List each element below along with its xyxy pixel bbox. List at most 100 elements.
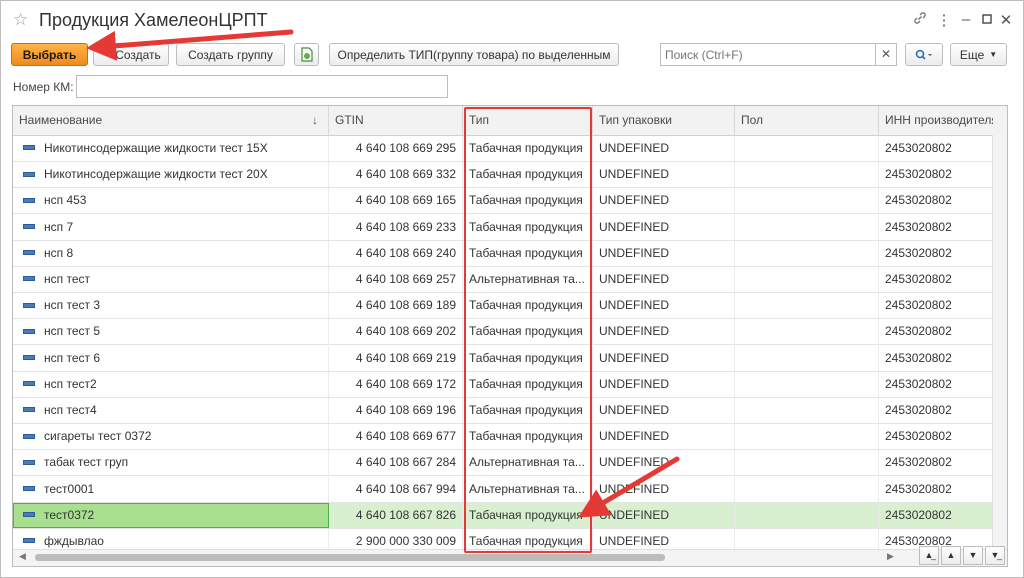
cell-type-text: Табачная продукция bbox=[469, 350, 583, 365]
cell-inn-text: 2453020802 bbox=[885, 272, 952, 286]
cell-name-text: тест0001 bbox=[44, 481, 95, 496]
cell-gender bbox=[735, 345, 879, 371]
cell-type-text: Табачная продукция bbox=[469, 429, 583, 444]
cell-name-text: нсп тест4 bbox=[44, 403, 97, 417]
cell-package-type: UNDEFINED bbox=[593, 502, 735, 528]
table-row[interactable]: сигареты тест 0372 4 640 108 669 677 Табач… bbox=[13, 424, 1007, 451]
maximize-icon[interactable] bbox=[978, 11, 996, 28]
last-page-icon[interactable]: ▼̲ bbox=[985, 546, 1005, 565]
km-input[interactable] bbox=[76, 75, 448, 98]
cell-package-type-text: UNDEFINED bbox=[599, 298, 670, 313]
determine-type-button[interactable]: Определить ТИП(группу товара) по выделен… bbox=[329, 43, 619, 66]
create-group-button[interactable]: Создать группу bbox=[176, 43, 285, 66]
vertical-scrollbar[interactable] bbox=[992, 135, 1007, 550]
cell-type-text: Табачная продукция bbox=[469, 298, 583, 313]
cell-package-type-text: UNDEFINED bbox=[599, 403, 670, 417]
table-row[interactable]: тест0001 4 640 108 667 994 Альтернативная … bbox=[13, 476, 1007, 503]
cell-gender bbox=[735, 162, 879, 188]
cell-gtin-text: 2 900 000 330 009 bbox=[355, 534, 456, 548]
cell-inn: 2453020802 bbox=[879, 240, 993, 266]
table-row[interactable]: тест0372 4 640 108 667 826 Табачная продук… bbox=[13, 502, 1007, 529]
cell-name: Никотинсодержащие жидкости тест 15X bbox=[13, 136, 329, 161]
cell-name: сигареты тест 0372 bbox=[13, 424, 329, 450]
table-row[interactable]: нсп 453 4 640 108 669 165 Табачная продукц… bbox=[13, 188, 1007, 215]
cell-inn-text: 2453020802 bbox=[885, 455, 952, 470]
cell-package-type-text: UNDEFINED bbox=[599, 219, 670, 234]
cell-gtin-text: 4 640 108 669 196 bbox=[355, 403, 456, 417]
cell-inn-text: 2453020802 bbox=[885, 350, 952, 365]
cell-gtin: 4 640 108 669 257 bbox=[329, 267, 463, 292]
clear-icon[interactable]: ✕ bbox=[876, 43, 897, 66]
cell-inn-text: 2453020802 bbox=[885, 324, 952, 339]
cell-gtin-text: 4 640 108 669 677 bbox=[355, 429, 456, 444]
star-icon[interactable]: ☆ bbox=[13, 10, 28, 30]
table-row[interactable]: нсп тест4 4 640 108 669 196 Табачная проду… bbox=[13, 398, 1007, 424]
page-up-icon[interactable]: ▲ bbox=[941, 546, 961, 565]
item-icon bbox=[23, 354, 35, 360]
first-page-icon[interactable]: ▲̲ bbox=[919, 546, 939, 565]
scroll-right-icon[interactable]: ▶ bbox=[887, 551, 894, 562]
select-button[interactable]: Выбрать bbox=[11, 43, 88, 66]
search-input[interactable] bbox=[660, 43, 876, 66]
cell-inn: 2453020802 bbox=[879, 371, 993, 397]
cell-gtin: 4 640 108 669 677 bbox=[329, 424, 463, 450]
more-icon[interactable]: ⋮ bbox=[935, 11, 953, 29]
cell-package-type-text: UNDEFINED bbox=[599, 429, 670, 444]
cell-type: Альтернативная та... bbox=[463, 476, 593, 502]
create-button[interactable]: Создать bbox=[93, 43, 169, 66]
search-button[interactable] bbox=[905, 43, 943, 66]
more-button[interactable]: Еще ▼ bbox=[950, 43, 1007, 66]
column-header-gender[interactable]: Пол bbox=[735, 106, 879, 135]
close-icon[interactable]: ✕ bbox=[997, 11, 1015, 29]
column-header-package-type[interactable]: Тип упаковки bbox=[593, 106, 735, 135]
cell-inn: 2453020802 bbox=[879, 345, 993, 371]
cell-name-text: нсп тест 3 bbox=[44, 298, 100, 313]
table-row[interactable]: нсп 8 4 640 108 669 240 Табачная продукция… bbox=[13, 240, 1007, 267]
scroll-left-icon[interactable]: ◀ bbox=[19, 551, 26, 562]
chevron-down-icon: ▼ bbox=[989, 50, 998, 59]
cell-type-text: Табачная продукция bbox=[469, 403, 583, 417]
link-icon[interactable] bbox=[911, 11, 929, 29]
cell-type: Табачная продукция bbox=[463, 345, 593, 371]
cell-gtin-text: 4 640 108 667 994 bbox=[355, 481, 456, 496]
table-row[interactable]: нсп 7 4 640 108 669 233 Табачная продукция… bbox=[13, 214, 1007, 241]
table-row[interactable]: нсп тест 6 4 640 108 669 219 Табачная прод… bbox=[13, 345, 1007, 372]
cell-name-text: Никотинсодержащие жидкости тест 20X bbox=[44, 167, 268, 182]
item-icon bbox=[23, 328, 35, 334]
table-row[interactable]: Никотинсодержащие жидкости тест 20X 4 640… bbox=[13, 162, 1007, 189]
cell-gtin: 4 640 108 669 219 bbox=[329, 345, 463, 371]
scrollbar-thumb[interactable] bbox=[35, 554, 665, 561]
cell-name-text: тест0372 bbox=[44, 507, 95, 522]
item-icon bbox=[23, 381, 35, 387]
cell-name-text: нсп 7 bbox=[44, 219, 74, 234]
cell-name: нсп тест bbox=[13, 267, 329, 292]
table-row[interactable]: нсп тест 4 640 108 669 257 Альтернативная … bbox=[13, 267, 1007, 293]
column-header-name[interactable]: Наименование ↓ bbox=[13, 106, 329, 135]
cell-type-text: Табачная продукция bbox=[469, 245, 583, 260]
cell-name: нсп 7 bbox=[13, 214, 329, 240]
table-row[interactable]: нсп тест2 4 640 108 669 172 Табачная проду… bbox=[13, 371, 1007, 398]
cell-inn-text: 2453020802 bbox=[885, 298, 952, 313]
cell-gender bbox=[735, 188, 879, 214]
cell-package-type-text: UNDEFINED bbox=[599, 193, 670, 208]
table-row[interactable]: табак тест груп 4 640 108 667 284 Альтерна… bbox=[13, 450, 1007, 477]
item-icon bbox=[23, 250, 35, 256]
horizontal-scrollbar[interactable]: ◀ ▶ bbox=[13, 549, 1007, 566]
item-icon bbox=[23, 512, 35, 518]
export-icon[interactable] bbox=[294, 43, 319, 66]
column-header-label: Наименование bbox=[19, 113, 103, 127]
table-row[interactable]: нсп тест 5 4 640 108 669 202 Табачная прод… bbox=[13, 319, 1007, 346]
cell-gtin: 4 640 108 667 994 bbox=[329, 476, 463, 502]
table-row[interactable]: нсп тест 3 4 640 108 669 189 Табачная прод… bbox=[13, 293, 1007, 320]
cell-type: Табачная продукция bbox=[463, 188, 593, 214]
minimize-icon[interactable]: – bbox=[957, 11, 975, 28]
cell-type: Альтернативная та... bbox=[463, 450, 593, 476]
column-header-inn[interactable]: ИНН производителя/... bbox=[879, 106, 993, 135]
column-header-type[interactable]: Тип bbox=[463, 106, 593, 135]
column-header-gtin[interactable]: GTIN bbox=[329, 106, 463, 135]
cell-gtin: 4 640 108 667 826 bbox=[329, 502, 463, 528]
page-down-icon[interactable]: ▼ bbox=[963, 546, 983, 565]
cell-gtin: 4 640 108 669 196 bbox=[329, 398, 463, 423]
cell-gender bbox=[735, 293, 879, 319]
table-row[interactable]: Никотинсодержащие жидкости тест 15X 4 640… bbox=[13, 136, 1007, 162]
